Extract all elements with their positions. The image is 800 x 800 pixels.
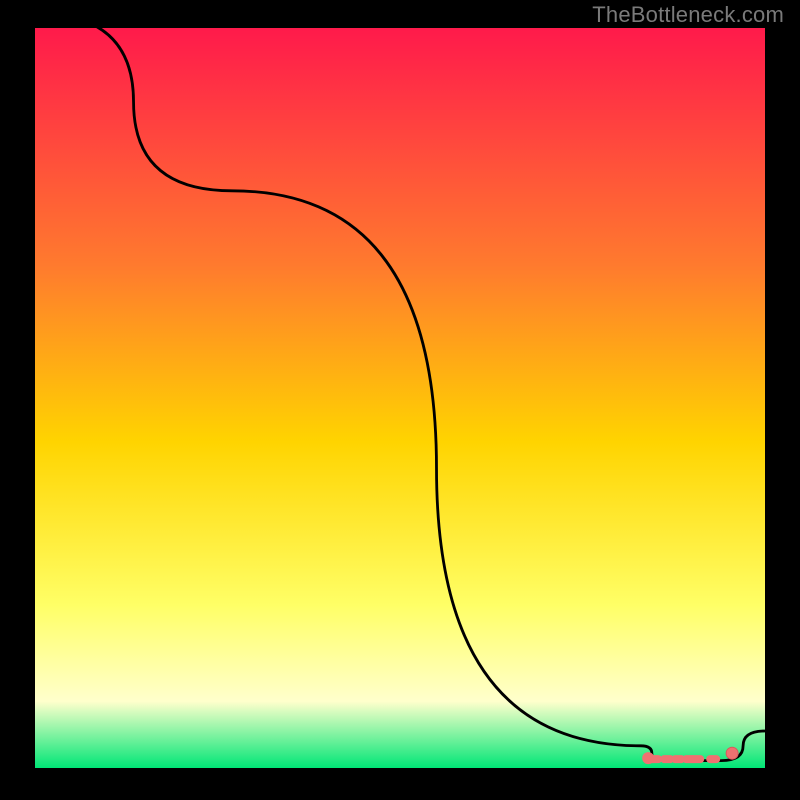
- chart-frame: TheBottleneck.com: [0, 0, 800, 800]
- marker-dash-cap: [642, 752, 654, 764]
- marker-dot: [726, 747, 738, 759]
- watermark-text: TheBottleneck.com: [592, 2, 784, 28]
- chart-svg: [35, 28, 765, 768]
- gradient-background: [35, 28, 765, 768]
- plot-area: [35, 28, 765, 768]
